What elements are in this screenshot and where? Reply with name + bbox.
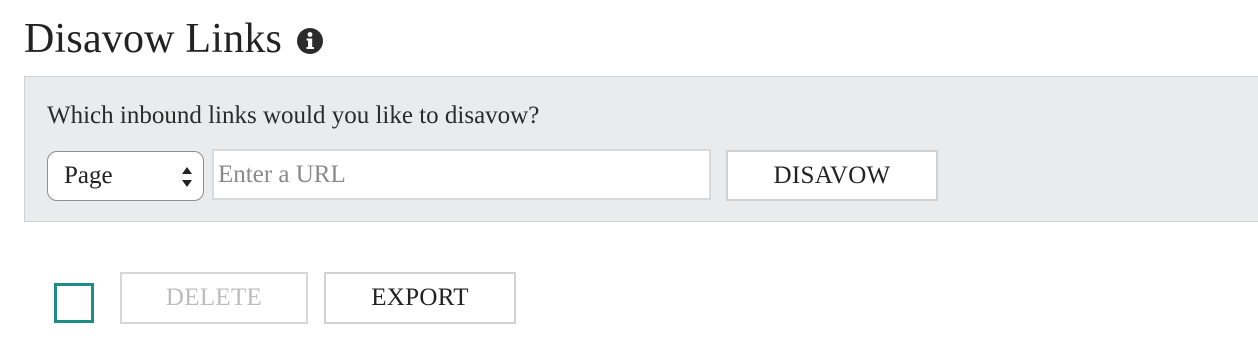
disavow-question: Which inbound links would you like to di…	[47, 102, 540, 129]
disavow-button[interactable]: DISAVOW	[726, 150, 938, 201]
title-row: Disavow Links	[24, 14, 324, 64]
select-arrows-icon	[182, 167, 192, 187]
url-input[interactable]	[212, 149, 711, 200]
disavow-panel: Which inbound links would you like to di…	[24, 76, 1258, 222]
scope-select[interactable]: Page	[47, 151, 204, 201]
delete-button[interactable]: DELETE	[120, 272, 308, 324]
scope-select-value: Page	[64, 162, 113, 189]
info-icon[interactable]	[296, 27, 324, 55]
export-button[interactable]: EXPORT	[324, 272, 516, 324]
select-all-checkbox[interactable]	[54, 283, 94, 323]
page-title: Disavow Links	[24, 16, 283, 62]
